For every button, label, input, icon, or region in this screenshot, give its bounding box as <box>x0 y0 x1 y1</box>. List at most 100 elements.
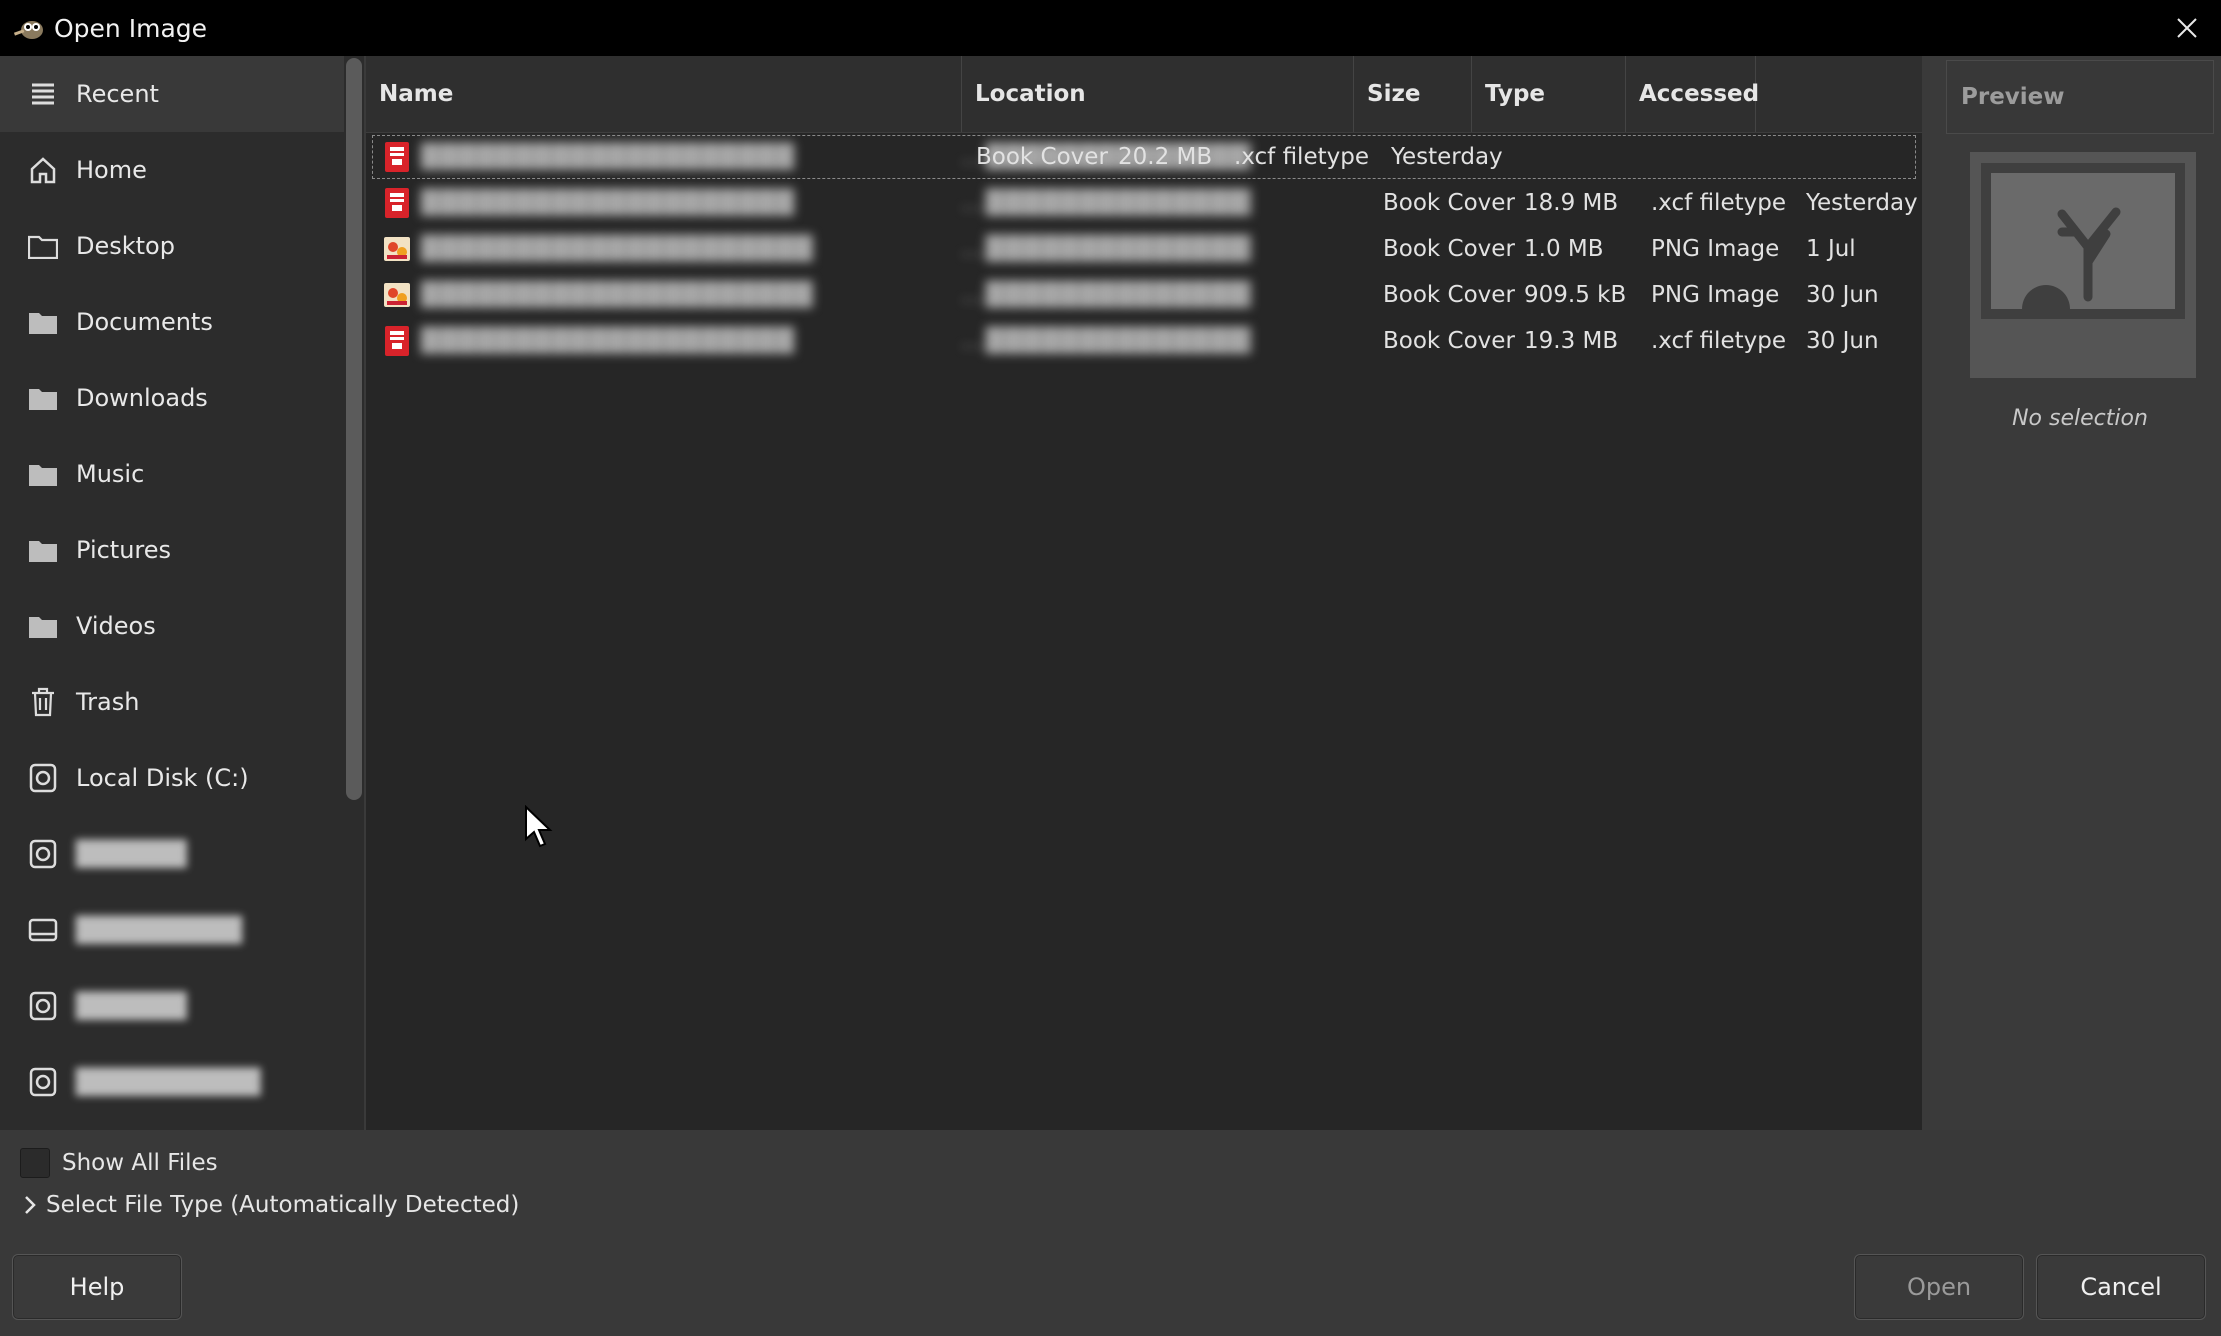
preview-header: Preview <box>1946 60 2214 134</box>
file-size: 19.3 MB <box>1524 328 1619 354</box>
chevron-right-icon <box>25 1196 36 1214</box>
file-size: 909.5 kB <box>1524 282 1627 308</box>
sidebar-item-trash[interactable]: Trash <box>0 664 344 740</box>
sidebar-item-label: ██████ <box>76 840 187 868</box>
drive-icon <box>26 989 60 1023</box>
sidebar-item-pictures[interactable]: Pictures <box>0 512 344 588</box>
gimp-app-icon <box>13 21 43 39</box>
sidebar-item-desktop[interactable]: Desktop <box>0 208 344 284</box>
mouse-cursor-icon <box>525 805 553 848</box>
file-type-expander[interactable]: Select File Type (Automatically Detected… <box>20 1192 519 1218</box>
sidebar-item-label: ██████████ <box>76 1068 261 1096</box>
file-row[interactable]: ████████████████████ ...████████████████… <box>366 318 1922 364</box>
file-location-path: ...████████████████████ <box>961 190 1251 216</box>
sidebar-item-downloads[interactable]: Downloads <box>0 360 344 436</box>
column-header-type[interactable]: Type <box>1472 56 1626 132</box>
cancel-button[interactable]: Cancel <box>2036 1254 2206 1320</box>
sidebar-item-music[interactable]: Music <box>0 436 344 512</box>
sidebar-item-label: Downloads <box>76 384 208 412</box>
sidebar-item-label: Music <box>76 460 145 488</box>
column-header-name[interactable]: Name <box>366 56 962 132</box>
column-header-location[interactable]: Location <box>962 56 1354 132</box>
close-icon <box>2177 18 2197 38</box>
sidebar-item-label: Local Disk (C:) <box>76 764 249 792</box>
column-header-size[interactable]: Size <box>1354 56 1472 132</box>
folder-icon <box>26 381 60 415</box>
file-location: Book Cover <box>976 144 1108 170</box>
sidebar-item-label: ██████ <box>76 992 187 1020</box>
png-file-icon <box>383 272 411 318</box>
drive-icon <box>26 761 60 795</box>
sidebar-scrollbar[interactable] <box>346 58 362 800</box>
file-name: ████████████████████ <box>421 190 795 216</box>
sidebar-item-local-disk[interactable]: Local Disk (C:) <box>0 740 344 816</box>
recent-icon <box>26 77 60 111</box>
sidebar-item-documents[interactable]: Documents <box>0 284 344 360</box>
sidebar-item-home[interactable]: Home <box>0 132 344 208</box>
file-row[interactable]: █████████████████████ ...███████████████… <box>366 272 1922 318</box>
preview-thumbnail <box>1970 152 2196 378</box>
folder-icon <box>26 609 60 643</box>
file-location-path: ...████████████████████ <box>961 328 1251 354</box>
help-button[interactable]: Help <box>12 1254 182 1320</box>
file-size: 20.2 MB <box>1118 144 1213 170</box>
png-file-icon <box>383 226 411 272</box>
file-list-header: Name Location Size Type Accessed <box>366 56 1922 133</box>
file-type: .xcf filetype <box>1651 328 1786 354</box>
sidebar-item-label: Desktop <box>76 232 175 260</box>
file-type: PNG Image <box>1651 236 1780 262</box>
sidebar-item-drive[interactable]: ██████ <box>0 968 344 1044</box>
places-sidebar: Recent Home Desktop Documents Downloads <box>0 56 344 1130</box>
sidebar-item-drive[interactable]: ██████ <box>0 816 344 892</box>
preview-pane: Preview No selection <box>1924 56 2221 1130</box>
folder-icon <box>26 229 60 263</box>
folder-icon <box>26 533 60 567</box>
file-name: █████████████████████ <box>421 236 814 262</box>
file-row[interactable]: ████████████████████ ...████████████████… <box>371 134 1917 180</box>
file-accessed: 30 Jun <box>1806 328 1879 354</box>
open-image-dialog: Open Image Recent Home Desktop Documents… <box>0 0 2221 1336</box>
preview-status: No selection <box>2012 406 2148 431</box>
file-location: Book Cover <box>1383 190 1515 216</box>
file-name: ████████████████████ <box>421 328 795 354</box>
sidebar-item-drive[interactable]: █████████ <box>0 892 344 968</box>
column-header-accessed[interactable]: Accessed <box>1626 56 1759 132</box>
drive-icon <box>26 1065 60 1099</box>
laptop-drive-icon <box>26 913 60 947</box>
file-location-path: ...████████████████████ <box>961 236 1251 262</box>
show-all-files-option[interactable]: Show All Files <box>20 1148 218 1178</box>
drive-icon <box>26 837 60 871</box>
file-location-path: ...████████████████████ <box>961 282 1251 308</box>
open-button[interactable]: Open <box>1854 1254 2024 1320</box>
file-row[interactable]: █████████████████████ ...███████████████… <box>366 226 1922 272</box>
sidebar-item-label: Videos <box>76 612 156 640</box>
sidebar-item-label: Pictures <box>76 536 172 564</box>
dialog-footer: Show All Files Select File Type (Automat… <box>0 1130 2221 1336</box>
file-location: Book Cover <box>1383 328 1515 354</box>
sidebar-item-drive[interactable]: ██████████ <box>0 1044 344 1120</box>
file-list[interactable]: Name Location Size Type Accessed ███████… <box>366 56 1922 1130</box>
close-button[interactable] <box>2167 8 2207 48</box>
file-name: ████████████████████ <box>421 144 795 170</box>
file-type: .xcf filetype <box>1651 190 1786 216</box>
sidebar-item-label: Trash <box>76 688 140 716</box>
file-location: Book Cover <box>1383 282 1515 308</box>
sidebar-item-label: Home <box>76 156 147 184</box>
title-bar: Open Image <box>0 0 2221 56</box>
sidebar-item-videos[interactable]: Videos <box>0 588 344 664</box>
file-type: PNG Image <box>1651 282 1780 308</box>
xcf-file-icon <box>383 134 411 180</box>
sidebar-item-recent[interactable]: Recent <box>0 56 344 132</box>
folder-icon <box>26 457 60 491</box>
file-row[interactable]: ████████████████████ ...████████████████… <box>366 180 1922 226</box>
file-accessed: 30 Jun <box>1806 282 1879 308</box>
sidebar-item-label: Recent <box>76 80 159 108</box>
show-all-files-checkbox[interactable] <box>20 1148 50 1178</box>
file-accessed: Yesterday <box>1806 190 1918 216</box>
trash-icon <box>26 685 60 719</box>
xcf-file-icon <box>383 180 411 226</box>
file-size: 18.9 MB <box>1524 190 1619 216</box>
image-placeholder-icon <box>1981 163 2185 319</box>
file-accessed: 1 Jul <box>1806 236 1856 262</box>
file-type-label: Select File Type (Automatically Detected… <box>46 1192 520 1218</box>
